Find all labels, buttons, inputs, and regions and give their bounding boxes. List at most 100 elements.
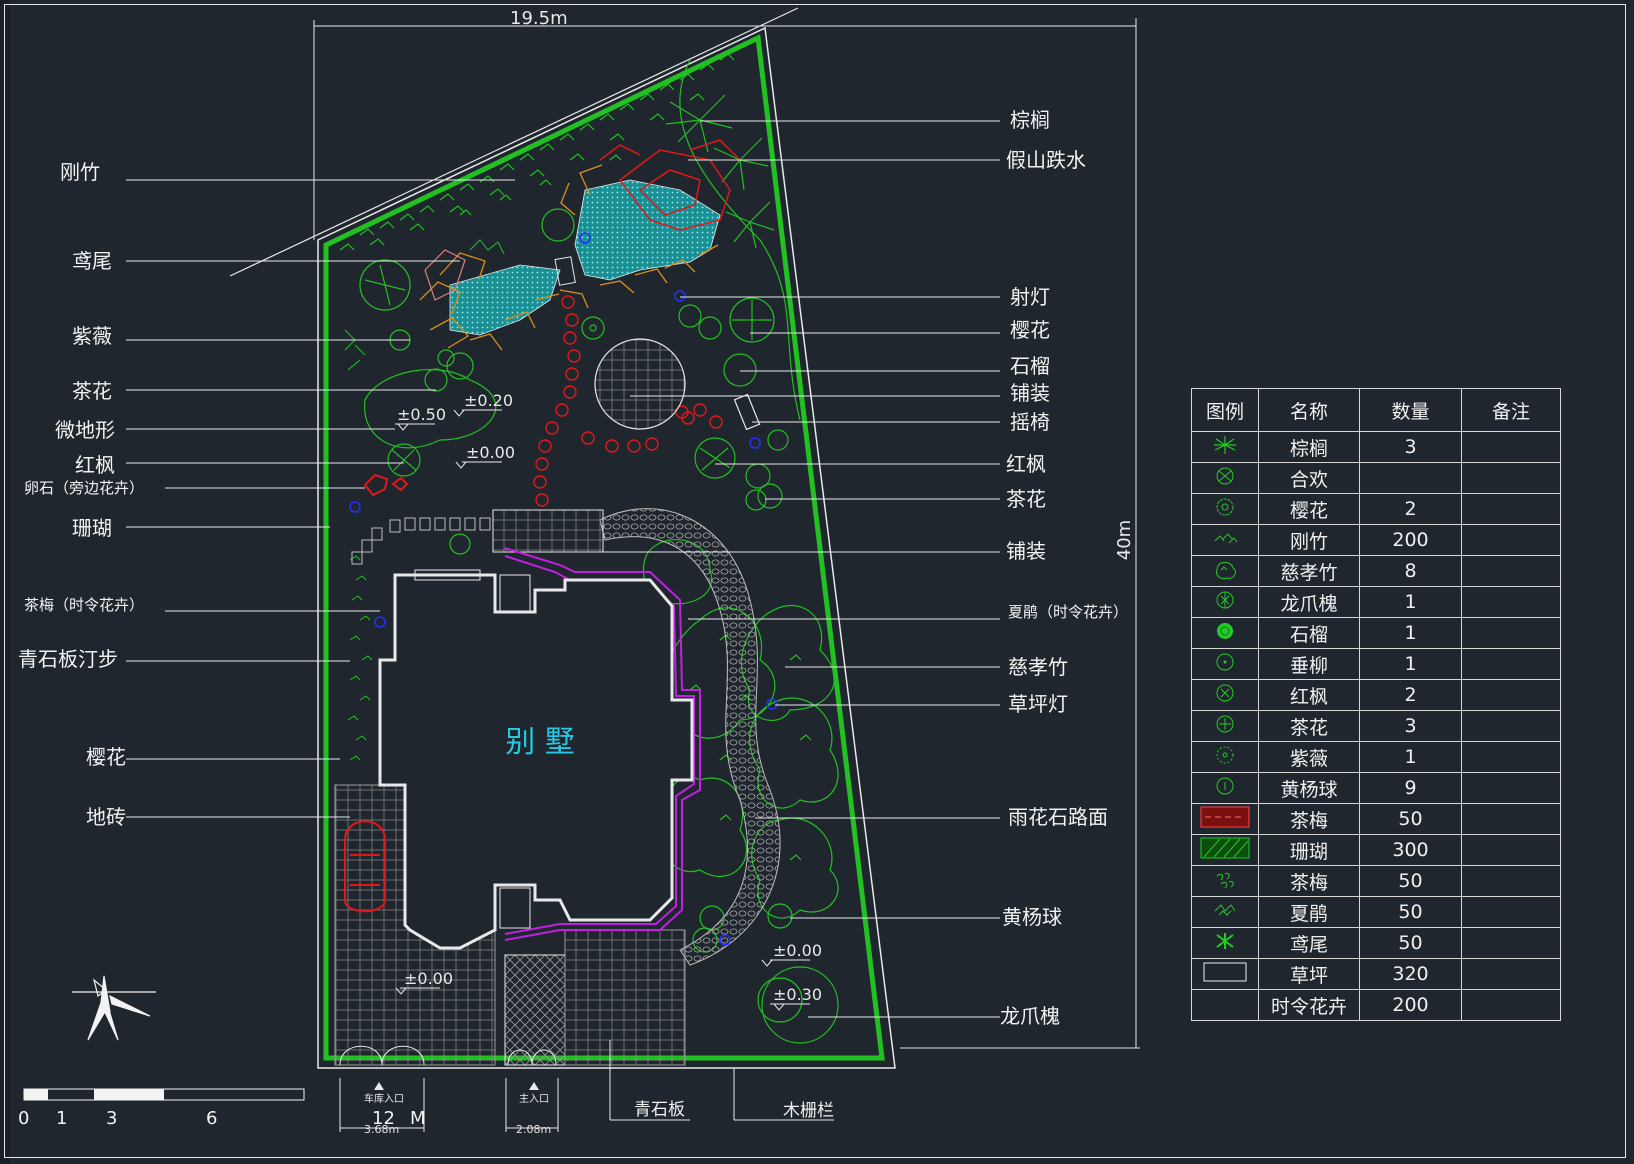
- legend-qty: 1: [1359, 741, 1462, 773]
- legend-name: 时令花卉: [1258, 989, 1360, 1021]
- scale-label-unit: M: [410, 1108, 426, 1129]
- garage-entrance-label: 车库入口: [364, 1092, 404, 1105]
- legend-name: 垂柳: [1258, 648, 1360, 680]
- label-camellia-right: 茶花: [1006, 487, 1046, 511]
- iris-icon: [1191, 927, 1259, 959]
- label-red-maple: 红枫: [75, 453, 115, 477]
- crape-myrtle-icon: [1191, 741, 1259, 773]
- legend-row: 垂柳 1: [1191, 648, 1561, 680]
- legend-name: 棕榈: [1258, 431, 1360, 463]
- legend-name: 夏鹃: [1258, 896, 1360, 928]
- width-dimension: 19.5m: [510, 8, 568, 29]
- villa-label: 别 墅: [505, 725, 575, 760]
- legend-qty: 1: [1359, 648, 1462, 680]
- elevation-050: ±0.50: [397, 405, 446, 424]
- legend-header-name: 名称: [1258, 388, 1360, 432]
- legend-header-notes: 备注: [1461, 388, 1561, 432]
- legend-row: 刚竹 200: [1191, 524, 1561, 556]
- label-spotlight: 射灯: [1010, 285, 1050, 309]
- legend-name: 鸢尾: [1258, 927, 1360, 959]
- legend-notes: [1461, 772, 1561, 804]
- legend-notes: [1461, 958, 1561, 990]
- legend-name: 石榴: [1258, 617, 1360, 649]
- scale-bar: [23, 1088, 305, 1101]
- legend-notes: [1461, 617, 1561, 649]
- rockery-waterfall: [419, 139, 741, 351]
- bamboo-icon: [1191, 524, 1259, 556]
- height-dimension: 40m: [1114, 520, 1135, 560]
- main-width-dim: 2.08m: [516, 1123, 551, 1136]
- legend-row: 茶花 3: [1191, 710, 1561, 742]
- legend-row: 时令花卉 200: [1191, 989, 1561, 1021]
- label-red-maple-right: 红枫: [1006, 452, 1046, 476]
- clump-bamboo-icon: [1191, 555, 1259, 587]
- legend-notes: [1461, 896, 1561, 928]
- maple-icon: [1191, 679, 1259, 711]
- legend-notes: [1461, 989, 1561, 1021]
- label-camellia: 茶花: [72, 379, 112, 403]
- legend-row: 龙爪槐 1: [1191, 586, 1561, 618]
- label-crape-myrtle: 紫薇: [72, 324, 112, 348]
- label-coral: 珊瑚: [72, 516, 112, 540]
- sasanqua-hatch-icon: [1191, 803, 1259, 835]
- legend-row: 慈孝竹 8: [1191, 555, 1561, 587]
- label-bluestone: 青石板: [634, 1100, 685, 1120]
- legend-header-qty: 数量: [1359, 388, 1462, 432]
- label-micro-terrain: 微地形: [55, 418, 115, 442]
- legend-row: 樱花 2: [1191, 493, 1561, 525]
- label-iris: 鸢尾: [72, 249, 112, 273]
- legend-qty: 200: [1359, 989, 1462, 1021]
- legend-notes: [1461, 524, 1561, 556]
- legend-qty: 300: [1359, 834, 1462, 866]
- label-cherry: 樱花: [86, 745, 126, 769]
- north-arrow-icon: [72, 975, 156, 1041]
- legend-notes: [1461, 555, 1561, 587]
- legend-name: 珊瑚: [1258, 834, 1360, 866]
- legend-name: 茶梅: [1258, 803, 1360, 835]
- pagoda-tree-icon: [1191, 586, 1259, 618]
- elevation-000-b: ±0.00: [404, 969, 453, 988]
- label-palm: 棕榈: [1010, 108, 1050, 132]
- legend-qty: 1: [1359, 617, 1462, 649]
- legend-name: 黄杨球: [1258, 772, 1360, 804]
- label-lawn-lamp: 草坪灯: [1008, 692, 1068, 716]
- sasanqua-icon: [1191, 865, 1259, 897]
- legend-notes: [1461, 741, 1561, 773]
- elevation-020: ±0.20: [464, 391, 513, 410]
- legend-qty: 3: [1359, 431, 1462, 463]
- legend-qty: 3: [1359, 710, 1462, 742]
- legend-row: 紫薇 1: [1191, 741, 1561, 773]
- label-floor-tiles: 地砖: [86, 805, 126, 829]
- label-swing-chair: 摇椅: [1010, 410, 1050, 434]
- coral-hatch-icon: [1191, 834, 1259, 866]
- label-pebble-road: 雨花石路面: [1008, 805, 1108, 829]
- pebble-rocks: [363, 473, 409, 497]
- legend-row: 红枫 2: [1191, 679, 1561, 711]
- legend-name: 樱花: [1258, 493, 1360, 525]
- label-pagoda-tree: 龙爪槐: [1000, 1004, 1060, 1028]
- legend-notes: [1461, 834, 1561, 866]
- willow-icon: [1191, 648, 1259, 680]
- label-wood-fence: 木栅栏: [783, 1101, 834, 1121]
- cherry-icon: [1191, 493, 1259, 525]
- legend-qty: 2: [1359, 493, 1462, 525]
- label-pomegranate: 石榴: [1010, 354, 1050, 378]
- elevation-030: ±0.30: [773, 985, 822, 1004]
- main-entrance-label: 主入口: [519, 1093, 549, 1105]
- legend-row: 珊瑚 300: [1191, 834, 1561, 866]
- label-gangzhu: 刚竹: [60, 160, 100, 184]
- legend-row: 棕榈 3: [1191, 431, 1561, 463]
- legend-qty: 200: [1359, 524, 1462, 556]
- legend-qty: 8: [1359, 555, 1462, 587]
- label-cixiao-bamboo: 慈孝竹: [1008, 655, 1068, 679]
- label-rockery-waterfall: 假山跌水: [1006, 148, 1086, 172]
- legend-notes: [1461, 648, 1561, 680]
- legend-name: 刚竹: [1258, 524, 1360, 556]
- legend-qty: 50: [1359, 927, 1462, 959]
- legend-name: 慈孝竹: [1258, 555, 1360, 587]
- lawn-icon: [1191, 958, 1259, 990]
- legend-notes: [1461, 586, 1561, 618]
- legend-row: 合欢: [1191, 462, 1561, 494]
- elevation-000-a: ±0.00: [466, 443, 515, 462]
- legend-symbol-empty: [1191, 989, 1259, 1021]
